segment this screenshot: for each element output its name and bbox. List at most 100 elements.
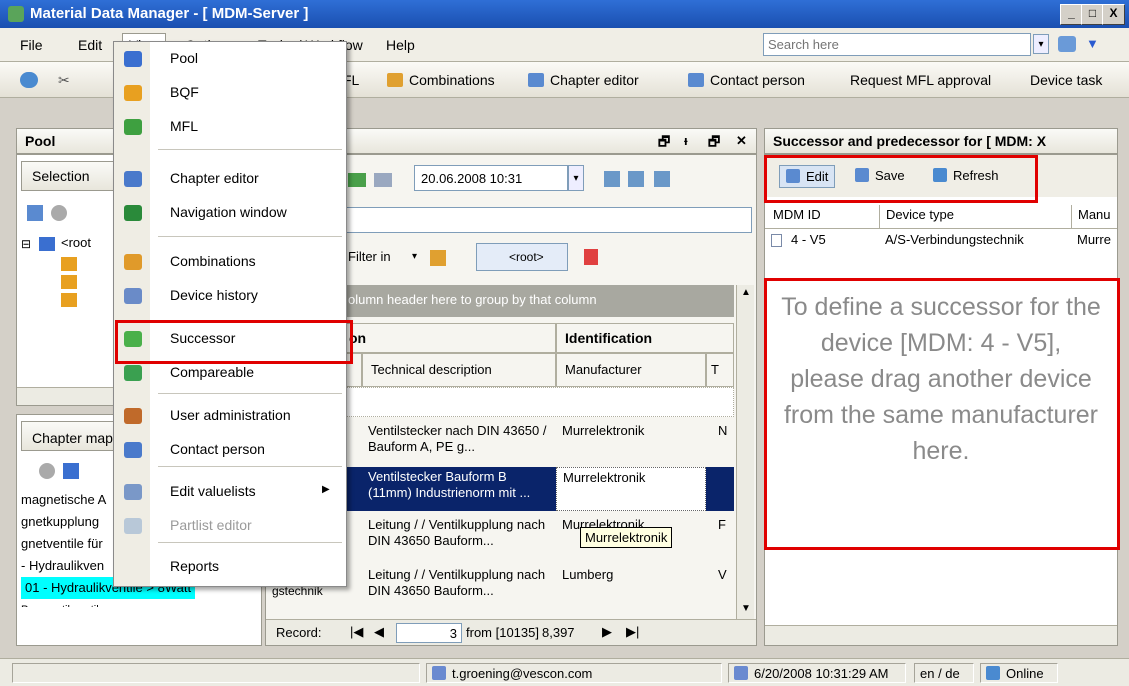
- tree-folder-icon[interactable]: [61, 257, 77, 271]
- grid-tool-icon[interactable]: [654, 171, 670, 187]
- view-menu-item-reports[interactable]: Reports: [114, 550, 346, 584]
- view-menu-item-partlist-editor[interactable]: Partlist editor: [114, 509, 346, 543]
- combinations-icon: [124, 254, 142, 270]
- scroll-down-icon[interactable]: ▼: [741, 603, 751, 614]
- toolbar-contact-person-button[interactable]: Contact person: [688, 72, 805, 88]
- export-excel-icon[interactable]: [348, 173, 366, 187]
- panel-pin-icon[interactable]: ᵻ: [684, 133, 688, 148]
- last-record-icon[interactable]: ▶|: [626, 624, 639, 640]
- view-menu-item-edit-valuelists[interactable]: Edit valuelists ▶: [114, 475, 346, 509]
- view-menu-item-label: Edit valuelists: [170, 483, 256, 499]
- status-user-panel: t.groening@vescon.com: [426, 663, 722, 683]
- maximize-button[interactable]: □: [1081, 4, 1104, 25]
- search-input[interactable]: [763, 33, 1031, 56]
- edit-selection-icon[interactable]: [27, 205, 43, 221]
- filter-row[interactable]: [346, 387, 734, 417]
- group-header-left[interactable]: on: [346, 323, 556, 353]
- print-icon[interactable]: [374, 173, 392, 187]
- view-menu-item-bqf[interactable]: BQF: [114, 76, 346, 110]
- view-menu-item-label: Pool: [170, 50, 199, 66]
- tree-root-label[interactable]: <root: [61, 235, 91, 250]
- search-go-icon[interactable]: [1058, 36, 1076, 52]
- grid-vertical-scrollbar[interactable]: ▲ ▼: [736, 285, 754, 621]
- bqf-icon: [124, 85, 142, 101]
- search-dropdown-arrow-icon[interactable]: ▾: [1033, 34, 1049, 54]
- panel-restore-icon[interactable]: 🗗: [708, 133, 720, 155]
- clear-selection-icon[interactable]: [51, 205, 67, 221]
- status-language[interactable]: en / de: [914, 663, 974, 683]
- row-manufacturer[interactable]: Murrelektronik: [562, 423, 644, 438]
- view-menu-item-navigation-window[interactable]: Navigation window: [114, 196, 346, 230]
- menu-help[interactable]: Help: [386, 37, 415, 53]
- successor-row[interactable]: 4 - V5 A/S-Verbindungstechnik Murre: [765, 229, 1117, 253]
- filter-text-input[interactable]: [346, 207, 752, 233]
- toolbar-chapter-editor-button[interactable]: Chapter editor: [528, 72, 639, 88]
- view-menu-item-device-history[interactable]: Device history: [114, 279, 346, 313]
- successor-panel-header: Successor and predecessor for [ MDM: X: [764, 128, 1118, 154]
- view-menu-item-chapter-editor[interactable]: Chapter editor: [114, 162, 346, 196]
- history-icon: [124, 288, 142, 304]
- search-options-chevron-icon[interactable]: ▼: [1086, 36, 1099, 51]
- group-header-identification[interactable]: Identification: [556, 323, 734, 353]
- toolbar-device-task-button[interactable]: Device task: [1030, 72, 1102, 88]
- toolbar-combinations-button[interactable]: Combinations: [387, 72, 495, 88]
- date-dropdown-icon[interactable]: ▾: [568, 165, 584, 191]
- menu-file[interactable]: File: [20, 37, 43, 53]
- view-menu-item-user-administration[interactable]: User administration: [114, 399, 346, 433]
- view-menu-item-combinations[interactable]: Combinations: [114, 245, 346, 279]
- first-record-icon[interactable]: |◀: [350, 624, 363, 640]
- root-filter-tag[interactable]: <root>: [476, 243, 568, 271]
- record-total: from [10135]: [466, 625, 539, 640]
- chapter-refresh-icon[interactable]: [39, 463, 55, 479]
- minimize-button[interactable]: _: [1060, 4, 1083, 25]
- chapter-item[interactable]: Pneumatikventile: [21, 599, 195, 607]
- filter-report-icon[interactable]: [584, 249, 598, 265]
- close-button[interactable]: X: [1102, 4, 1125, 25]
- toolbar-request-mfl-approval-button[interactable]: Request MFL approval: [850, 72, 991, 88]
- view-menu-item-label: Contact person: [170, 441, 265, 457]
- menu-edit[interactable]: Edit: [78, 37, 102, 53]
- filter-in-label[interactable]: Filter in: [348, 249, 391, 264]
- previous-record-icon[interactable]: ◀: [374, 624, 384, 640]
- compare-icon: [124, 365, 142, 381]
- successor-table-header: MDM ID Device type Manu: [765, 205, 1117, 229]
- view-menu-item-contact-person[interactable]: Contact person: [114, 433, 346, 467]
- column-header-mdm-id[interactable]: MDM ID: [773, 207, 821, 222]
- filter-folder-icon[interactable]: [430, 250, 446, 266]
- tree-collapse-icon[interactable]: ⊟: [21, 237, 31, 251]
- row-description[interactable]: Leitung / / Ventilkupplung nach DIN 4365…: [362, 565, 556, 607]
- record-number-field[interactable]: 3: [396, 623, 462, 643]
- cut-icon[interactable]: ✂: [58, 72, 74, 88]
- successor-horizontal-scrollbar[interactable]: [765, 625, 1117, 645]
- row-extra: V: [718, 567, 727, 582]
- date-field[interactable]: 20.06.2008 10:31: [414, 165, 568, 191]
- group-by-hint[interactable]: olumn header here to group by that colum…: [346, 285, 734, 317]
- user-icon: [432, 666, 446, 680]
- manufacturer-tooltip: Murrelektronik: [580, 527, 673, 548]
- column-header-manufacturer[interactable]: Manufacturer: [556, 353, 706, 387]
- column-header-technical-description[interactable]: Technical description: [362, 353, 556, 387]
- row-description: Ventilstecker Bauform B (11mm) Industrie…: [368, 469, 531, 500]
- grid-tool-icon[interactable]: [604, 171, 620, 187]
- view-menu-item-label: Device history: [170, 287, 258, 303]
- panel-close-icon[interactable]: ✕: [736, 133, 747, 149]
- scroll-up-icon[interactable]: ▲: [741, 287, 751, 298]
- tree-folder-icon[interactable]: [61, 275, 77, 289]
- grid-tool-icon[interactable]: [628, 171, 644, 187]
- column-header-device-type[interactable]: Device type: [879, 205, 960, 229]
- column-header-manu[interactable]: Manu: [1071, 205, 1117, 229]
- contact-icon: [688, 73, 704, 87]
- filter-dropdown-arrow-icon[interactable]: ▾: [412, 251, 417, 262]
- next-record-icon[interactable]: ▶: [602, 624, 612, 640]
- column-header-extra[interactable]: T: [706, 353, 734, 387]
- row-description[interactable]: Ventilstecker nach DIN 43650 / Bauform A…: [362, 421, 556, 463]
- row-description[interactable]: Leitung / / Ventilkupplung nach DIN 4365…: [362, 515, 556, 557]
- view-menu-item-pool[interactable]: Pool: [114, 42, 346, 76]
- panel-float-icon[interactable]: 🗗: [658, 133, 670, 155]
- table-row-selected[interactable]: Ventilstecker Bauform B (11mm) Industrie…: [346, 467, 734, 511]
- view-menu-item-mfl[interactable]: MFL: [114, 110, 346, 144]
- row-manufacturer[interactable]: Lumberg: [562, 567, 613, 582]
- chapter-pool-icon[interactable]: [63, 463, 79, 479]
- refresh-icon[interactable]: [20, 72, 38, 88]
- tree-folder-icon[interactable]: [61, 293, 77, 307]
